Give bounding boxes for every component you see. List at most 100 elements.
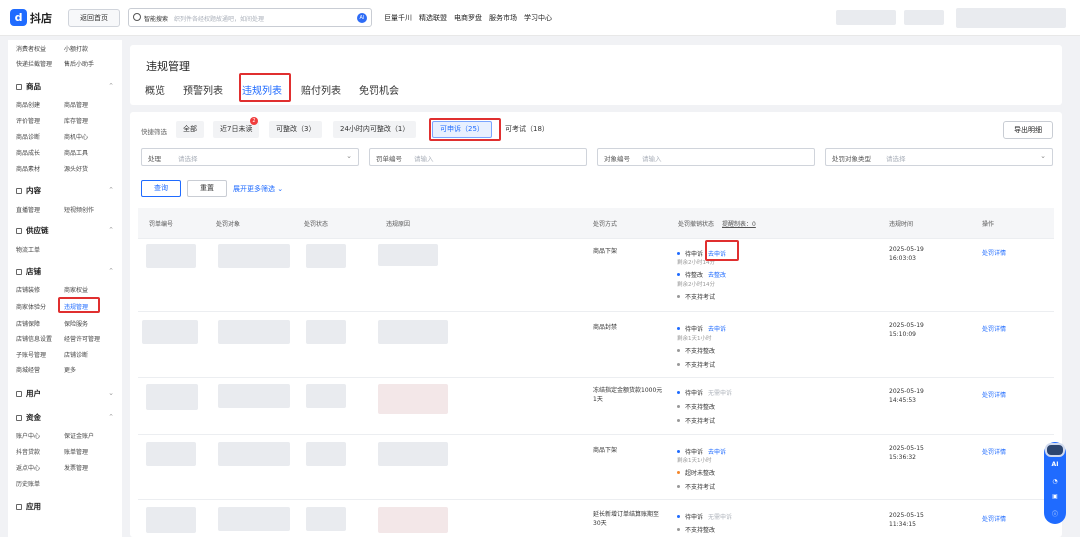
ticket-number-input[interactable]: 罚单编号 请输入	[369, 148, 587, 166]
reminder-count-link[interactable]: 提醒制表：0	[722, 219, 756, 228]
tab-exemption[interactable]: 免罚机会	[359, 82, 399, 97]
sidebar-item[interactable]: 商品诊断	[16, 132, 40, 141]
sidebar-item[interactable]: 商品管理	[64, 100, 88, 109]
sidebar-item[interactable]: 历史账单	[16, 479, 40, 488]
nav-item[interactable]: 学习中心	[524, 13, 552, 23]
chevron-up-icon[interactable]: ⌃	[108, 226, 114, 234]
sidebar-item[interactable]: 商品成长	[16, 148, 40, 157]
info-icon[interactable]: ⓘ	[1050, 510, 1060, 520]
query-button[interactable]: 查询	[141, 180, 181, 197]
nav-item[interactable]: 服务市场	[489, 13, 517, 23]
sidebar-item[interactable]: 商品工具	[64, 148, 88, 157]
robot-avatar-icon[interactable]	[1045, 443, 1065, 457]
sidebar-section-funds[interactable]: 资金	[16, 412, 41, 423]
nav-item[interactable]: 电商罗盘	[454, 13, 482, 23]
export-details-button[interactable]: 导出明细	[1003, 121, 1053, 139]
sidebar-section-goods[interactable]: 商品	[16, 81, 41, 92]
headset-icon[interactable]: ◔	[1050, 477, 1060, 487]
blurred-status	[306, 384, 346, 408]
table-header: 罚单编号 处罚对象 处罚状态 违规原因 处罚方式 处罚撤销状态 提醒制表：0 违…	[138, 208, 1054, 238]
sidebar-section-content[interactable]: 内容	[16, 185, 41, 196]
tab-overview[interactable]: 概览	[145, 82, 165, 97]
sidebar-item[interactable]: 返点中心	[16, 463, 40, 472]
penalty-method: 商品下架	[593, 248, 618, 255]
sidebar-item[interactable]: 商品创建	[16, 100, 40, 109]
sidebar-item[interactable]: 抖音贷款	[16, 447, 40, 456]
penalty-details-link[interactable]: 处罚详情	[982, 447, 1006, 456]
go-appeal-link[interactable]: 去申诉	[708, 449, 726, 456]
column-header: 处罚状态	[304, 221, 329, 228]
penalty-details-link[interactable]: 处罚详情	[982, 390, 1006, 399]
logo[interactable]: d 抖店	[10, 9, 52, 26]
sidebar-item[interactable]: 短视频创作	[64, 205, 94, 214]
go-appeal-link[interactable]: 去申诉	[708, 326, 726, 333]
lock-icon[interactable]: ▣	[1050, 492, 1060, 502]
sidebar-item[interactable]: 商家体验分	[16, 302, 46, 311]
process-select[interactable]: 处理 请选择 ⌄	[141, 148, 359, 166]
nav-item[interactable]: 精选联盟	[419, 13, 447, 23]
sidebar-item[interactable]: 更多	[64, 365, 76, 374]
sidebar-item[interactable]: 账户中心	[16, 431, 40, 440]
smart-search-input[interactable]: 智能搜索 织列件各经权题故通吧，如间处理 AI	[128, 8, 372, 27]
tab-warning-list[interactable]: 预警列表	[183, 82, 223, 97]
blurred-reason	[378, 320, 448, 344]
chevron-up-icon[interactable]: ⌃	[108, 186, 114, 194]
sidebar-item[interactable]: 商机中心	[64, 132, 88, 141]
sidebar-section-supply-chain[interactable]: 供应链	[16, 225, 49, 236]
sidebar-item[interactable]: 保证金账户	[64, 431, 94, 440]
penalty-details-link[interactable]: 处罚详情	[982, 248, 1006, 257]
sidebar-item[interactable]: 店铺装修	[16, 285, 40, 294]
rectify-status: 不支持整改	[677, 525, 715, 534]
sidebar-item[interactable]: 商品素材	[16, 164, 40, 173]
sidebar-item[interactable]: 店铺保障	[16, 319, 40, 328]
expand-filters-link[interactable]: 展开更多筛选 ⌄	[233, 184, 283, 194]
filter-chip-24h-rectifiable[interactable]: 24小时内可整改（1）	[333, 121, 417, 138]
object-type-select[interactable]: 处罚对象类型 请选择 ⌄	[825, 148, 1053, 166]
sidebar-item[interactable]: 快递拦截管理	[16, 59, 52, 68]
ai-icon[interactable]: AI	[357, 13, 367, 23]
reset-button[interactable]: 重置	[187, 180, 227, 197]
filter-chip-all[interactable]: 全部	[176, 121, 204, 138]
ai-assistant-icon[interactable]: AI	[1050, 460, 1060, 470]
object-number-input[interactable]: 对象编号 请输入	[597, 148, 815, 166]
tab-compensation-list[interactable]: 赔付列表	[301, 82, 341, 97]
sidebar-item[interactable]: 消费者权益	[16, 44, 46, 53]
sidebar-item[interactable]: 账单管理	[64, 447, 88, 456]
back-home-button[interactable]: 返回首页	[68, 9, 120, 27]
sidebar: 消费者权益 小额打款 快递拦截管理 售后小助手 商品 ⌃ 商品创建 商品管理 评…	[8, 40, 122, 537]
sidebar-item[interactable]: 售后小助手	[64, 59, 94, 68]
sidebar-item[interactable]: 店铺信息设置	[16, 334, 52, 343]
chevron-up-icon[interactable]: ⌃	[108, 267, 114, 275]
sidebar-item[interactable]: 直播管理	[16, 205, 40, 214]
nav-item[interactable]: 巨量千川	[384, 13, 412, 23]
no-appeal-needed: 无需申诉	[707, 390, 732, 397]
penalty-details-link[interactable]: 处罚详情	[982, 324, 1006, 333]
sidebar-item[interactable]: 子账号管理	[16, 350, 46, 359]
filter-chip-exam[interactable]: 可考试（18）	[498, 121, 556, 138]
sidebar-item[interactable]: 商城经营	[16, 365, 40, 374]
filter-chip-rectifiable[interactable]: 可整改（3）	[269, 121, 323, 138]
penalty-details-link[interactable]: 处罚详情	[982, 514, 1006, 523]
sidebar-item[interactable]: 源头好货	[64, 164, 88, 173]
sidebar-item[interactable]: 发票管理	[64, 463, 88, 472]
go-rectify-link[interactable]: 去整改	[708, 272, 726, 279]
countdown: 剩余1天1小时	[677, 336, 712, 342]
sidebar-section-apps[interactable]: 应用	[16, 501, 41, 512]
rectify-status: 超时未整改	[677, 468, 715, 477]
sidebar-item[interactable]: 库存管理	[64, 116, 88, 125]
sidebar-section-shop[interactable]: 店铺	[16, 266, 41, 277]
column-header: 罚单编号	[149, 221, 174, 228]
logo-text: 抖店	[30, 11, 52, 25]
sidebar-item[interactable]: 评价管理	[16, 116, 40, 125]
chevron-up-icon[interactable]: ⌃	[108, 82, 114, 90]
sidebar-item[interactable]: 商家权益	[64, 285, 88, 294]
sidebar-item[interactable]: 小额打款	[64, 44, 88, 53]
chevron-up-icon[interactable]: ⌃	[108, 413, 114, 421]
sidebar-item[interactable]: 经营许可管理	[64, 334, 100, 343]
sidebar-section-users[interactable]: 用户	[16, 388, 41, 399]
sidebar-item[interactable]: 物流工单	[16, 245, 40, 254]
chevron-down-icon[interactable]: ⌄	[108, 389, 114, 397]
blurred-object	[218, 507, 290, 531]
sidebar-item[interactable]: 店铺诊断	[64, 350, 88, 359]
sidebar-item[interactable]: 保险服务	[64, 319, 88, 328]
